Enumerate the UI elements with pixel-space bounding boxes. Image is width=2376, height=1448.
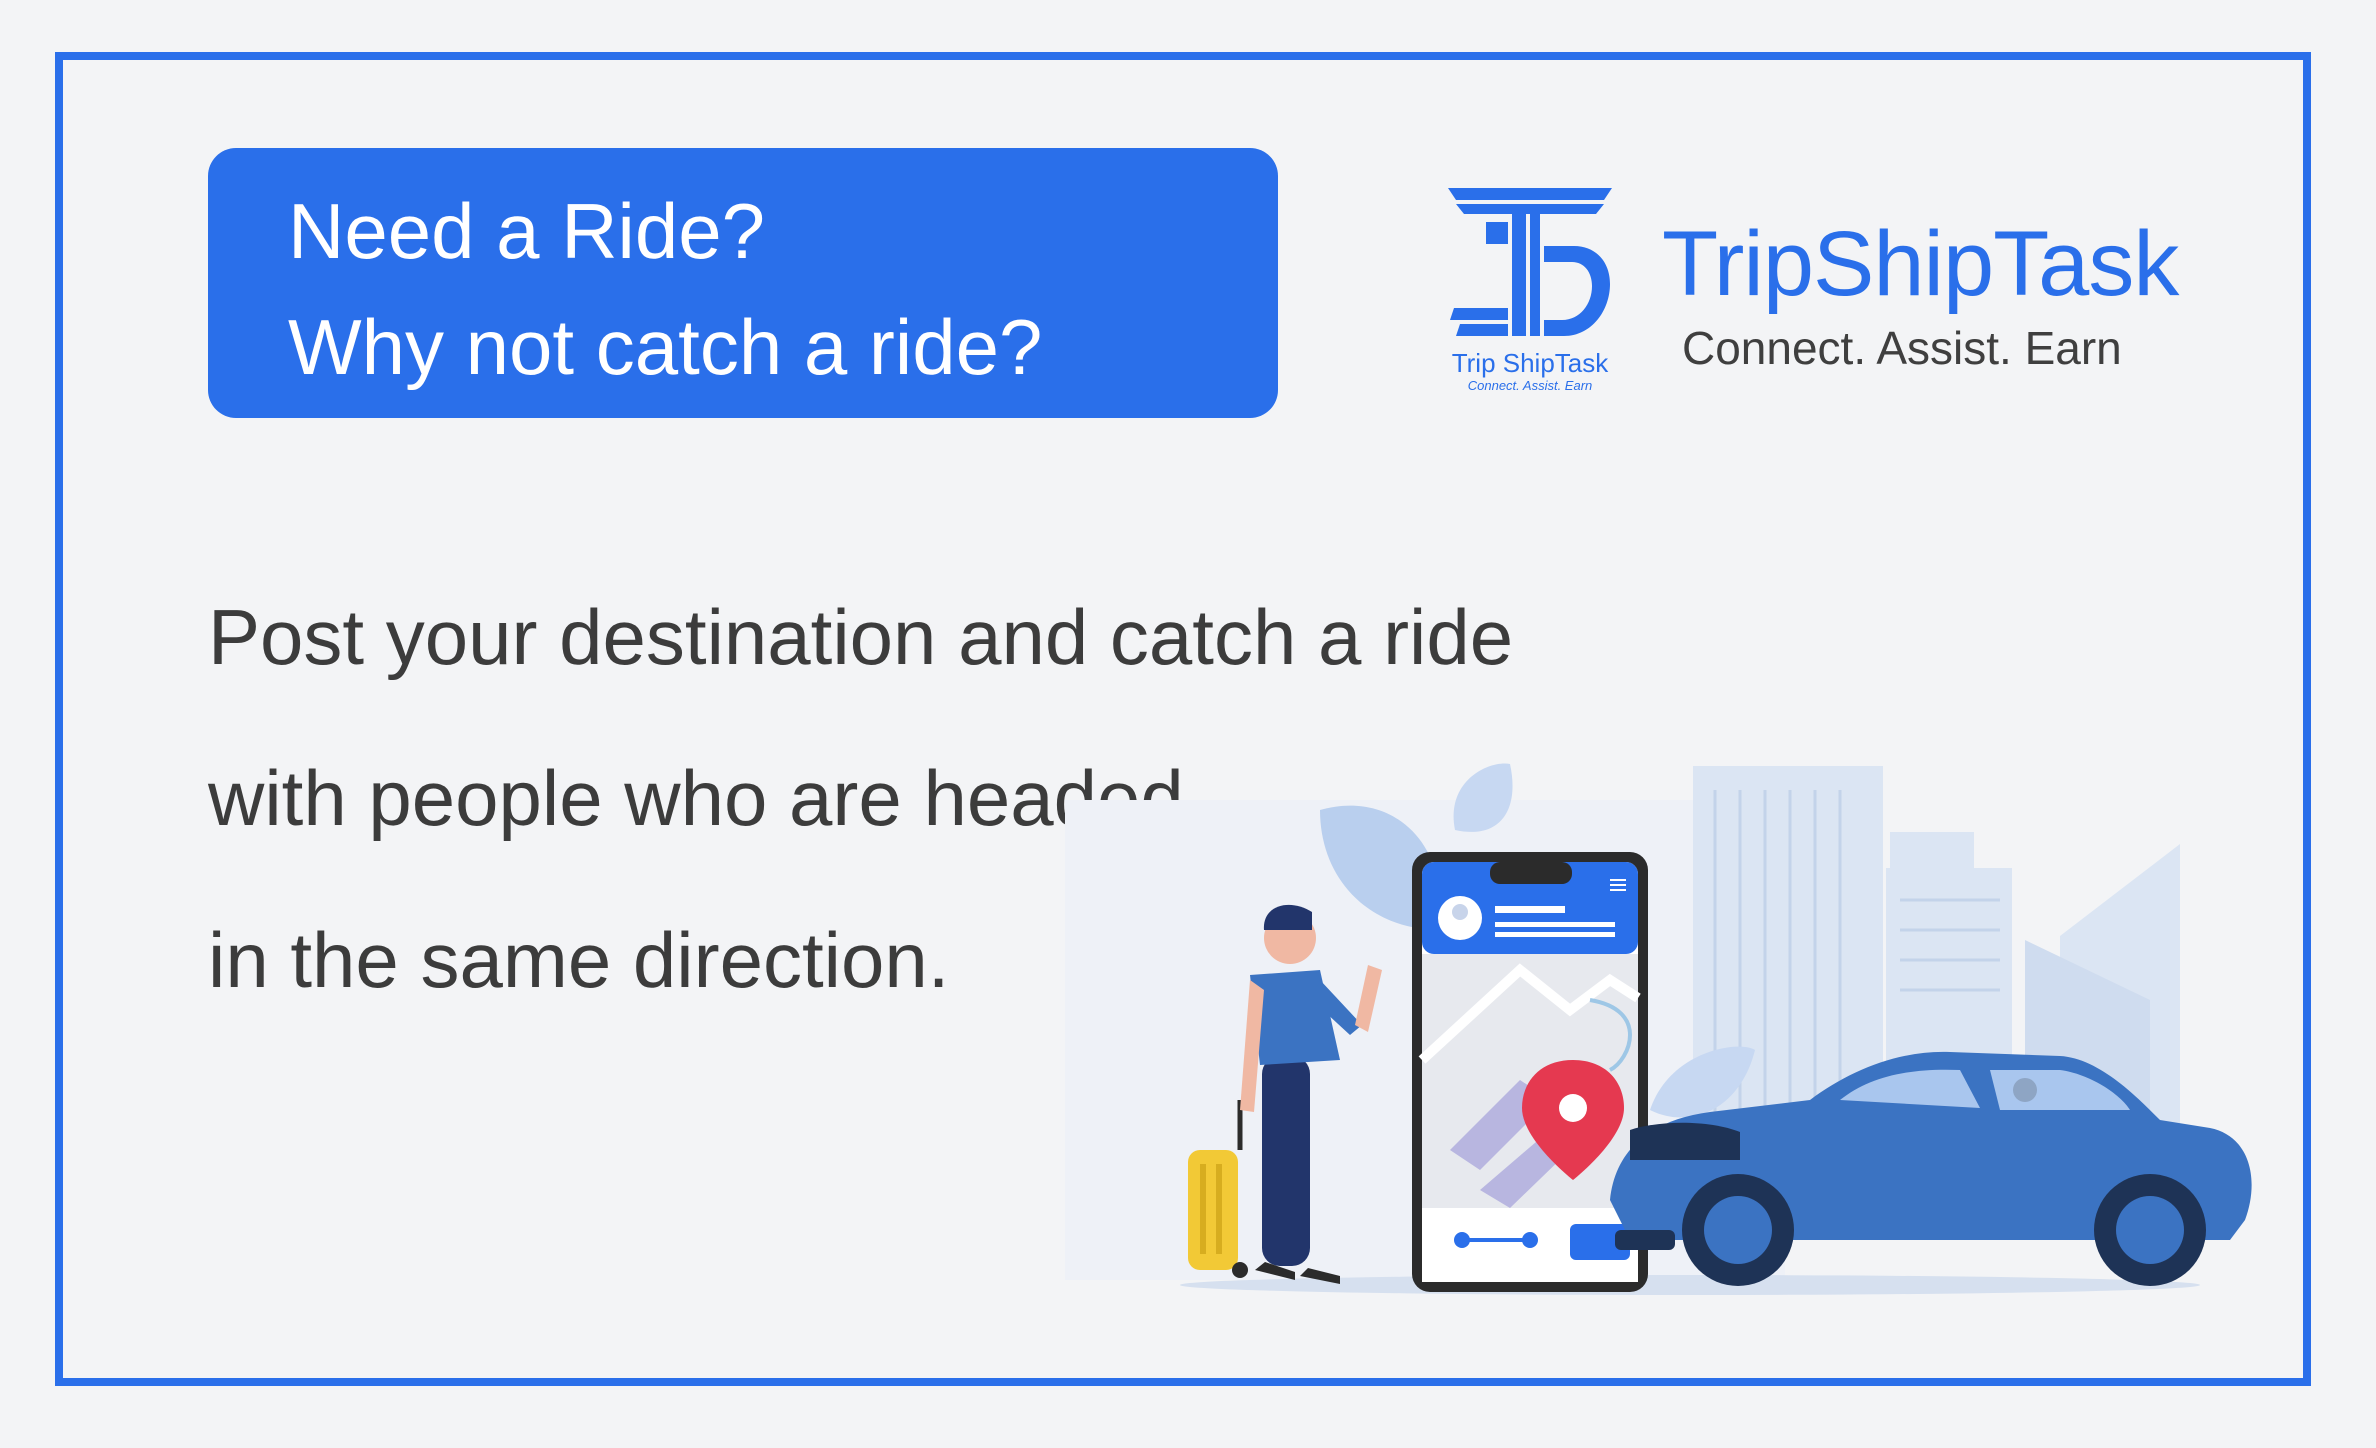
- brand-logo-emblem: Trip ShipTask Connect. Assist. Earn: [1448, 188, 1612, 393]
- brand-name: TripShipTask: [1662, 213, 2179, 315]
- emblem-name: Trip ShipTask: [1452, 348, 1610, 378]
- body-line-3: in the same direction.: [208, 916, 950, 1004]
- headline-line-1: Need a Ride?: [288, 187, 765, 275]
- body-line-1: Post your destination and catch a ride: [208, 593, 1514, 681]
- body-line-2: with people who are headed: [208, 754, 1184, 842]
- headline-banner: Need a Ride? Why not catch a ride?: [208, 148, 1278, 418]
- ride-illustration: [1065, 763, 2252, 1295]
- headline-line-2: Why not catch a ride?: [288, 303, 1043, 391]
- brand-tagline: Connect. Assist. Earn: [1682, 322, 2122, 374]
- emblem-tagline: Connect. Assist. Earn: [1468, 378, 1593, 393]
- smartphone-map: [1412, 852, 1648, 1292]
